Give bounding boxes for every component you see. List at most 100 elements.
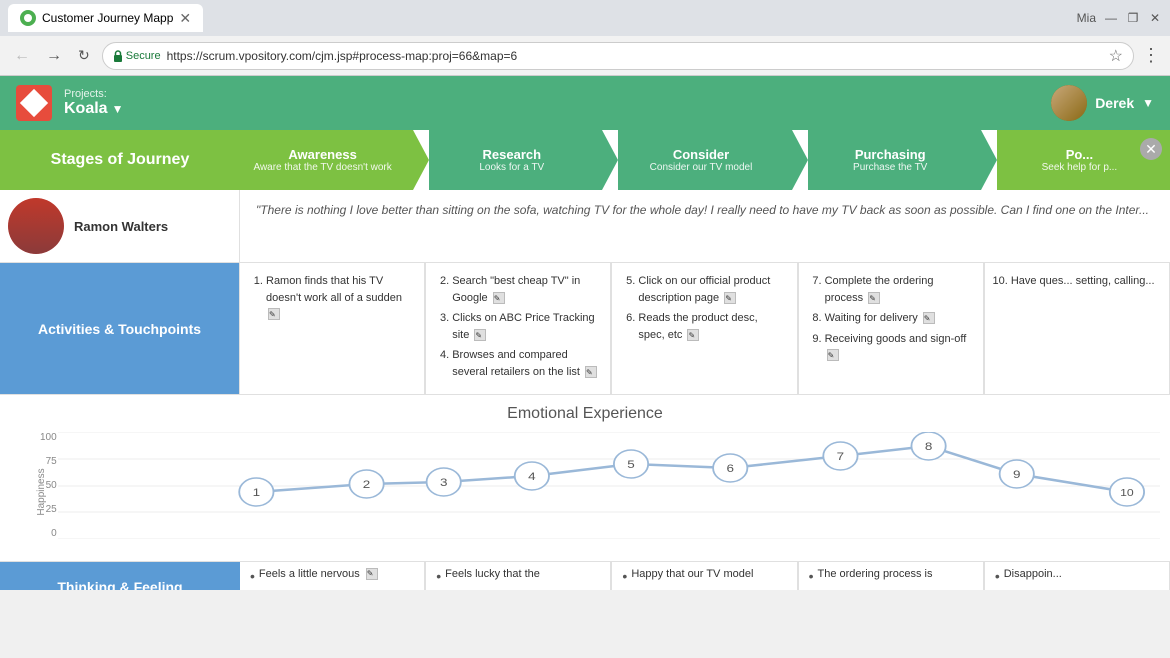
reload-btn[interactable]: ↻ (74, 43, 94, 68)
browser-tab[interactable]: Customer Journey Mapp ✕ (8, 4, 203, 32)
nav-bar: ← → ↻ Secure https://scrum.vpository.com… (0, 36, 1170, 76)
stages-row: Stages of Journey Awareness Aware that t… (0, 130, 1170, 190)
app-project: Projects: Koala ▼ (64, 88, 123, 118)
svg-text:1: 1 (253, 486, 261, 499)
user-cell: Ramon Walters (0, 190, 240, 262)
close-panel-btn[interactable]: ✕ (1140, 138, 1162, 160)
note-icon[interactable]: ✎ (493, 292, 505, 304)
stage-post-name: Po... (1066, 147, 1093, 162)
note-icon[interactable]: ✎ (687, 329, 699, 341)
activity-item: Have ques... setting, calling... (1011, 273, 1157, 290)
activity-cell-1: Search "best cheap TV" in Google ✎ Click… (425, 263, 611, 394)
svg-text:2: 2 (363, 478, 371, 491)
activity-item: Search "best cheap TV" in Google ✎ (452, 273, 598, 306)
stage-purchasing-name: Purchasing (855, 147, 926, 162)
user-quote: "There is nothing I love better than sit… (240, 190, 1170, 262)
svg-text:6: 6 (726, 462, 734, 475)
stage-awareness: Awareness Aware that the TV doesn't work (240, 130, 413, 190)
note-icon[interactable]: ✎ (868, 292, 880, 304)
thinking-cell-0: • Feels a little nervous ✎ (240, 562, 425, 590)
activity-item: Reads the product desc, spec, etc ✎ (638, 310, 784, 343)
thinking-row: Thinking & Feeling • Feels a little nerv… (0, 561, 1170, 590)
profile-label: Mia (1077, 11, 1096, 25)
activity-item: Clicks on ABC Price Tracking site ✎ (452, 310, 598, 343)
thinking-text-0: Feels a little nervous (259, 568, 360, 580)
thinking-text-3: The ordering process is (818, 568, 933, 580)
activity-item: Browses and compared several retailers o… (452, 347, 598, 380)
browser-menu-btn[interactable]: ⋮ (1142, 45, 1160, 66)
activities-label: Activities & Touchpoints (0, 263, 240, 394)
note-icon[interactable]: ✎ (724, 292, 736, 304)
stage-research-arrow (602, 130, 618, 190)
stage-research-desc: Looks for a TV (479, 162, 544, 173)
tab-title: Customer Journey Mapp (42, 11, 173, 25)
y-tick-50: 50 (46, 480, 57, 491)
main-content: ✕ Stages of Journey Awareness Aware that… (0, 130, 1170, 590)
user-dropdown-arrow[interactable]: ▼ (1142, 96, 1154, 110)
activity-cell-4: Have ques... setting, calling... (984, 263, 1170, 394)
user-photo-inner (8, 198, 64, 254)
stage-consider: Consider Consider our TV model (618, 130, 791, 190)
minimize-btn[interactable]: — (1104, 11, 1118, 25)
tab-close-btn[interactable]: ✕ (179, 10, 191, 27)
activity-item: Click on our official product descriptio… (638, 273, 784, 306)
user-avatar (1051, 85, 1087, 121)
address-bar[interactable]: Secure https://scrum.vpository.com/cjm.j… (102, 42, 1134, 70)
activities-row: Activities & Touchpoints Ramon finds tha… (0, 263, 1170, 395)
y-tick-25: 25 (46, 504, 57, 515)
back-btn[interactable]: ← (10, 43, 34, 69)
thinking-cells: • Feels a little nervous ✎ • Feels lucky… (240, 562, 1170, 590)
dropdown-arrow: ▼ (112, 102, 124, 116)
close-btn[interactable]: ✕ (1148, 11, 1162, 25)
forward-btn[interactable]: → (42, 43, 66, 69)
thinking-cell-2: • Happy that our TV model (611, 562, 797, 590)
emotional-title: Emotional Experience (0, 405, 1170, 423)
bullet-2: • (622, 568, 627, 584)
maximize-btn[interactable]: ❐ (1126, 11, 1140, 25)
stage-consider-arrow (792, 130, 808, 190)
quote-row: Ramon Walters "There is nothing I love b… (0, 190, 1170, 263)
note-icon[interactable]: ✎ (827, 349, 839, 361)
tab-favicon (20, 10, 36, 26)
stage-purchasing-arrow (981, 130, 997, 190)
bullet-0: • (250, 568, 255, 584)
stage-purchasing-desc: Purchase the TV (853, 162, 927, 173)
stage-awareness-arrow (413, 130, 429, 190)
svg-text:7: 7 (837, 450, 845, 463)
thinking-note-0[interactable]: ✎ (366, 568, 378, 580)
bookmark-btn[interactable]: ☆ (1109, 46, 1123, 66)
thinking-text-1: Feels lucky that the (445, 568, 540, 580)
thinking-cell-1: • Feels lucky that the (425, 562, 611, 590)
project-name[interactable]: Koala ▼ (64, 100, 123, 118)
projects-label: Projects: (64, 88, 123, 100)
svg-text:5: 5 (627, 458, 635, 471)
stages-label: Stages of Journey (0, 130, 240, 190)
stage-awareness-name: Awareness (288, 147, 356, 162)
svg-text:9: 9 (1013, 468, 1021, 481)
app-logo (16, 85, 52, 121)
title-bar: Customer Journey Mapp ✕ Mia — ❐ ✕ (0, 0, 1170, 36)
secure-indicator: Secure (113, 50, 161, 62)
y-tick-75: 75 (46, 456, 57, 467)
logo-diamond (20, 89, 48, 117)
window-controls: Mia — ❐ ✕ (1077, 11, 1162, 25)
svg-text:4: 4 (528, 470, 536, 483)
app-header: Projects: Koala ▼ Derek ▼ (0, 76, 1170, 130)
y-tick-100: 100 (40, 432, 57, 443)
y-ticks: 100 75 50 25 0 (40, 432, 57, 539)
thinking-text-2: Happy that our TV model (631, 568, 753, 580)
stage-consider-name: Consider (673, 147, 729, 162)
bullet-3: • (809, 568, 814, 584)
note-icon[interactable]: ✎ (474, 329, 486, 341)
thinking-text-4: Disappoin... (1004, 568, 1062, 580)
secure-label: Secure (126, 50, 161, 62)
url-display: https://scrum.vpository.com/cjm.jsp#proc… (167, 49, 1103, 63)
stage-post-desc: Seek help for p... (1042, 162, 1118, 173)
activity-item: Waiting for delivery ✎ (825, 310, 971, 327)
app-user: Derek ▼ (1051, 85, 1154, 121)
bullet-4: • (995, 568, 1000, 584)
stage-research: Research Looks for a TV (429, 130, 602, 190)
note-icon[interactable]: ✎ (268, 308, 280, 320)
note-icon[interactable]: ✎ (923, 312, 935, 324)
note-icon[interactable]: ✎ (585, 366, 597, 378)
